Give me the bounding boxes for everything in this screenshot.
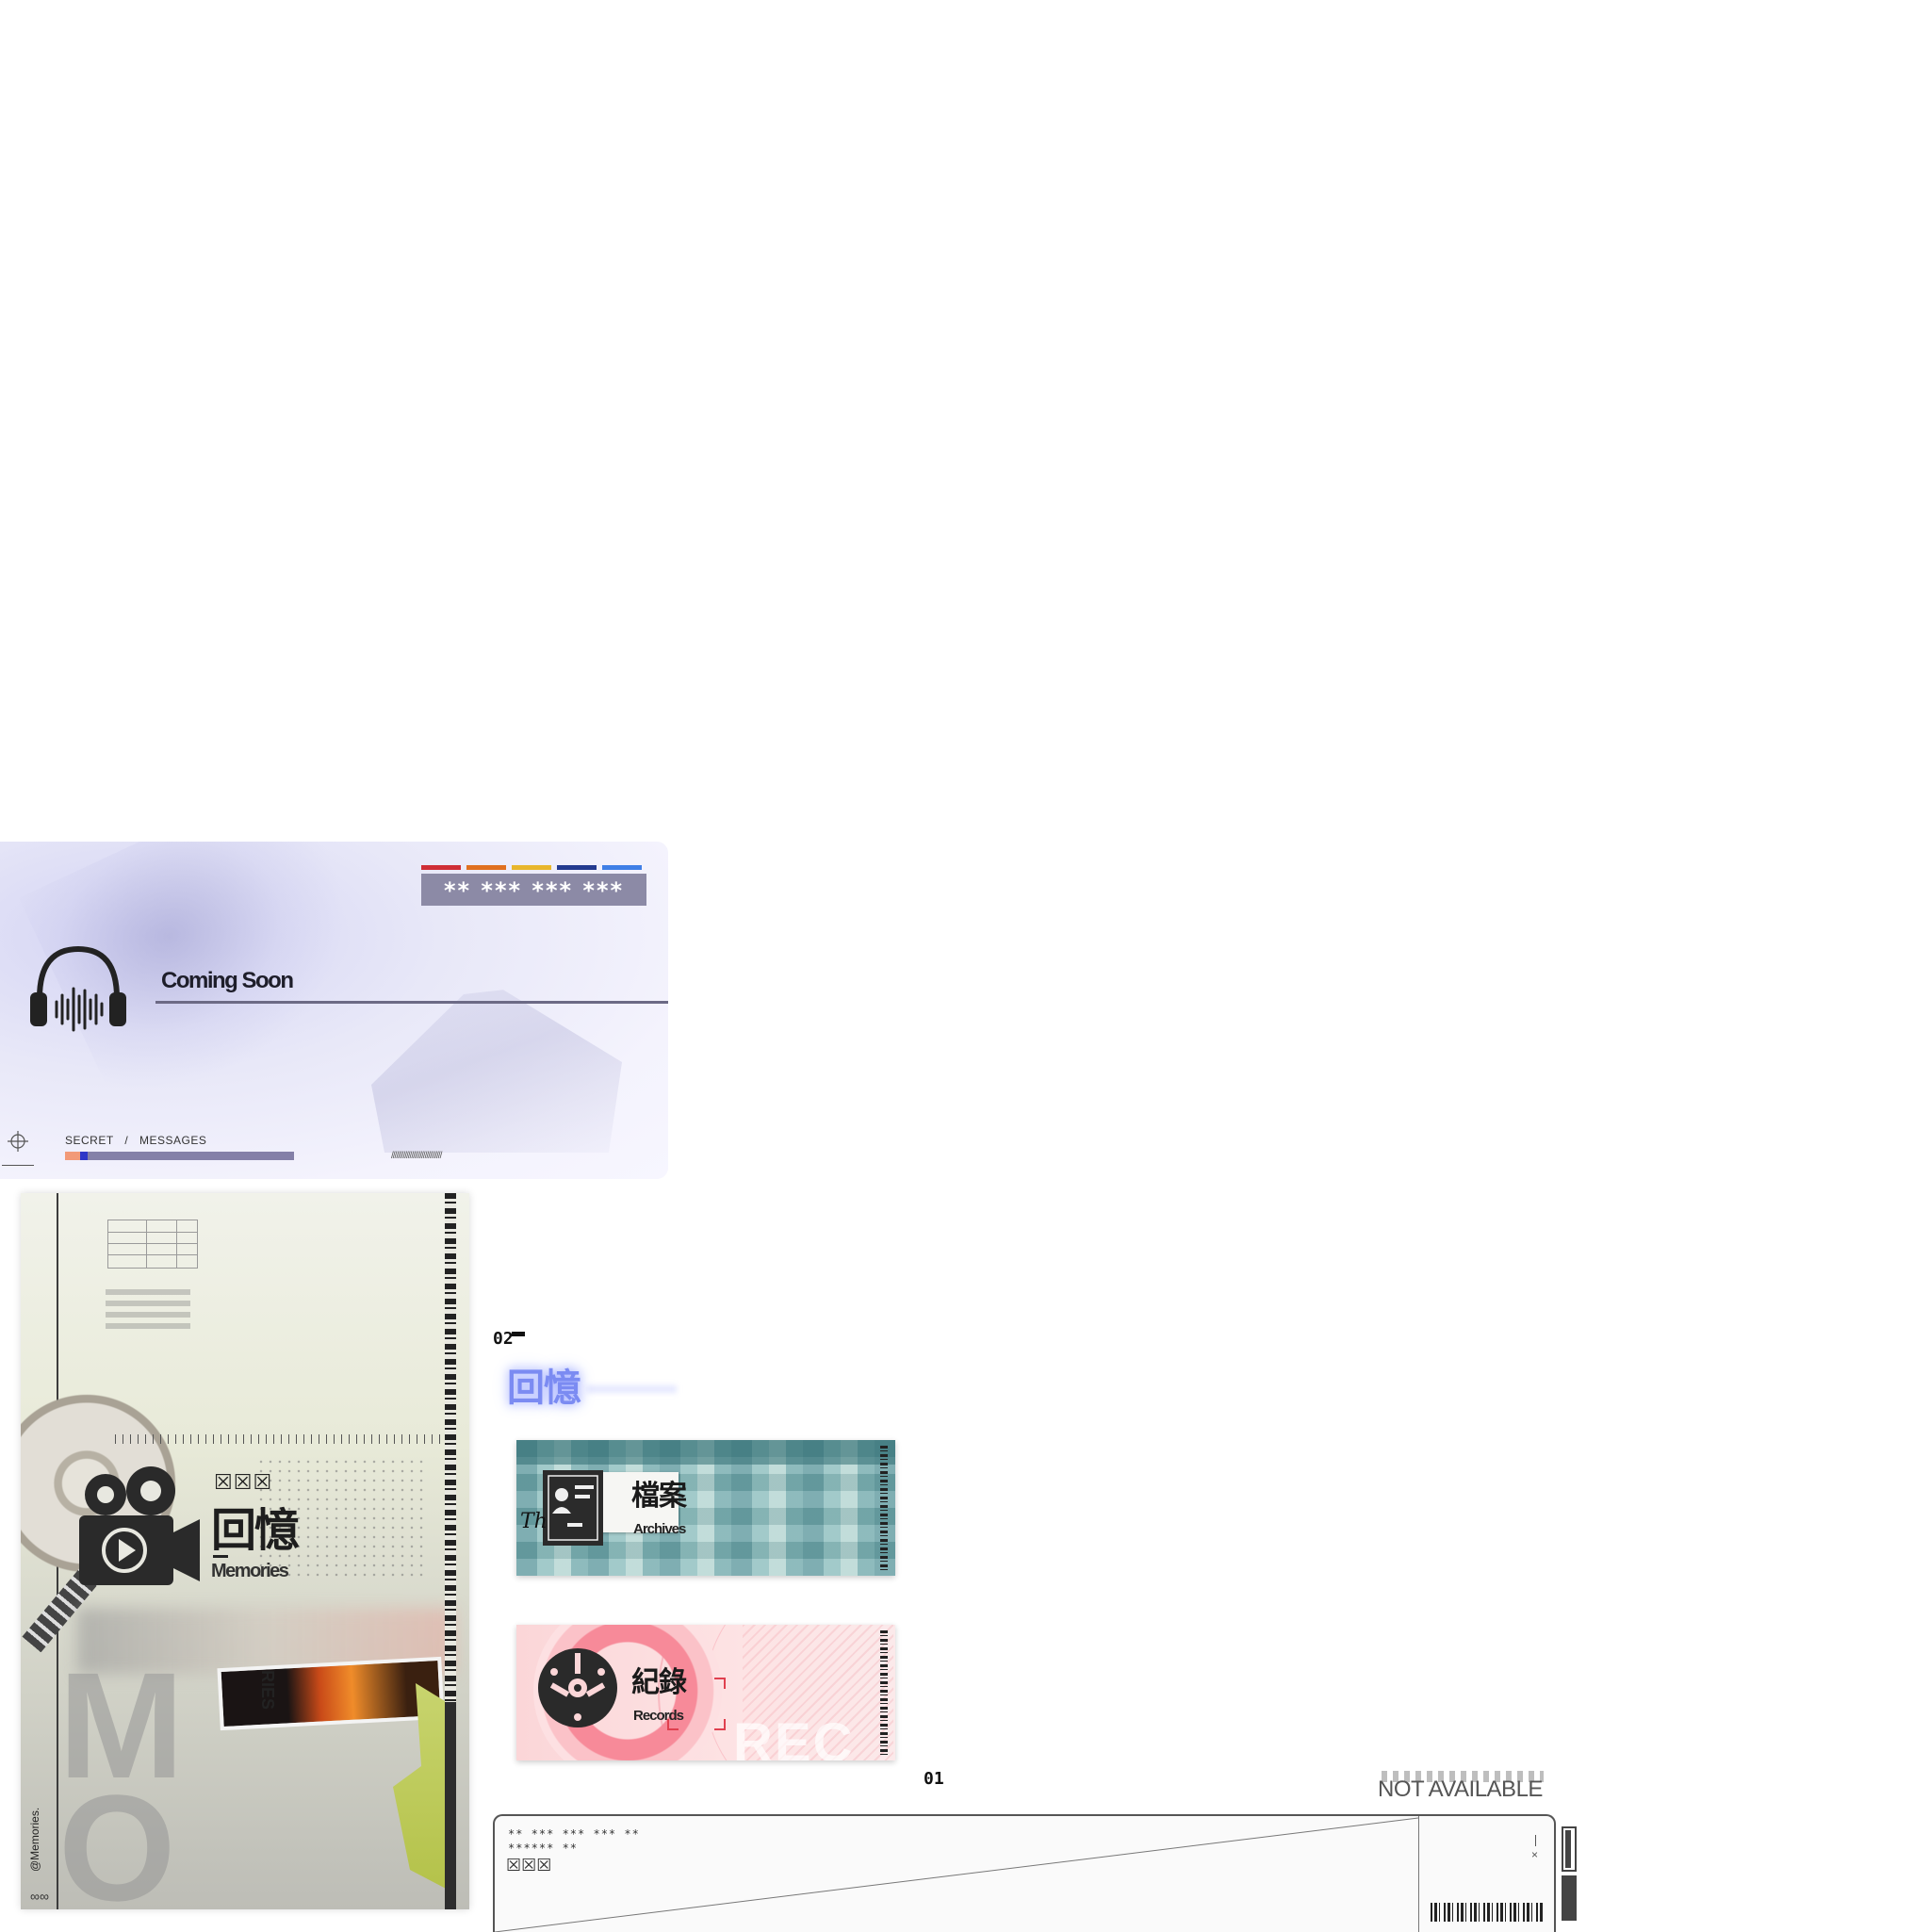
bracket-bottom-left bbox=[667, 1719, 679, 1730]
title-dash bbox=[213, 1555, 228, 1558]
memories-card[interactable]: ☒☒☒ 回憶 Memories MO RIES @Memories. ∞∞ bbox=[21, 1193, 469, 1909]
panel-barcode bbox=[1431, 1903, 1544, 1922]
bracket-top-right bbox=[714, 1678, 726, 1689]
breadcrumb-secret: SECRET bbox=[65, 1134, 114, 1147]
headphone-icon bbox=[30, 945, 126, 1032]
progress-fill-blue bbox=[80, 1152, 89, 1160]
banner-ship-background bbox=[371, 990, 622, 1153]
coming-soon-banner[interactable]: ** *** *** *** Coming Soon SECRET / MESS… bbox=[0, 842, 668, 1179]
corner-tick bbox=[2, 1165, 34, 1166]
side-block-outline bbox=[1562, 1826, 1577, 1872]
faint-list-row bbox=[106, 1323, 190, 1329]
infinity-mark: ∞∞ bbox=[30, 1889, 49, 1904]
title-underline bbox=[155, 1001, 668, 1004]
big-watermark-letters: MO bbox=[58, 1641, 184, 1910]
masked-title-pill: ** *** *** *** bbox=[421, 874, 646, 906]
boxed-glyphs: ☒☒☒ bbox=[214, 1471, 273, 1495]
id-card-icon bbox=[543, 1470, 603, 1546]
glow-trail bbox=[586, 1385, 677, 1393]
records-card[interactable]: REC 紀錄 Records bbox=[516, 1625, 895, 1760]
not-available-title: NOT AVAILABLE bbox=[1378, 1776, 1543, 1802]
breadcrumb-messages: MESSAGES bbox=[139, 1134, 207, 1147]
ghost-text: REC bbox=[733, 1712, 855, 1760]
archives-title-cn: 檔案 bbox=[631, 1480, 687, 1513]
records-title-cn: 紀錄 bbox=[631, 1666, 687, 1699]
breadcrumb: SECRET / MESSAGES bbox=[65, 1134, 206, 1147]
archives-title-en: Archives bbox=[633, 1521, 686, 1537]
photo-caption: RIES bbox=[258, 1670, 277, 1711]
color-bar-orange bbox=[466, 865, 506, 870]
faint-list bbox=[106, 1289, 190, 1334]
masked-line-2: ****** ** bbox=[508, 1842, 579, 1855]
memories-title-cn: 回憶 bbox=[211, 1504, 300, 1557]
dark-side-bar bbox=[445, 1702, 456, 1909]
archives-card[interactable]: Th 檔案 Archives bbox=[516, 1440, 895, 1576]
faint-list-row bbox=[106, 1289, 190, 1295]
memories-handle: @Memories. bbox=[28, 1807, 41, 1872]
section-number-01: 01 bbox=[924, 1769, 944, 1789]
side-block-solid bbox=[1562, 1875, 1577, 1921]
not-available-panel[interactable]: ** *** *** *** ** ****** ** ☒☒☒ × bbox=[493, 1814, 1556, 1932]
faint-list-row bbox=[106, 1312, 190, 1318]
coming-soon-title: Coming Soon bbox=[161, 968, 294, 993]
crosshair-icon bbox=[8, 1131, 28, 1152]
camera-icon bbox=[79, 1466, 200, 1585]
breadcrumb-separator: / bbox=[124, 1134, 129, 1147]
card-barcode bbox=[880, 1630, 888, 1755]
faint-table bbox=[107, 1220, 198, 1269]
masked-line-1: ** *** *** *** ** bbox=[508, 1827, 640, 1841]
film-reel-icon bbox=[538, 1648, 617, 1727]
bracket-bottom-right bbox=[714, 1719, 726, 1730]
panel-tick bbox=[1535, 1835, 1536, 1846]
section-number-02: 02 bbox=[493, 1329, 514, 1349]
color-bar-blue bbox=[602, 865, 642, 870]
card-barcode bbox=[880, 1446, 888, 1570]
close-icon[interactable]: × bbox=[1531, 1848, 1538, 1861]
progress-bar bbox=[65, 1152, 294, 1160]
faint-list-row bbox=[106, 1301, 190, 1306]
color-bar-red bbox=[421, 865, 461, 870]
color-bar-yellow bbox=[512, 865, 551, 870]
glow-title: 回憶 bbox=[507, 1367, 581, 1410]
panel-divider bbox=[1418, 1816, 1419, 1932]
fire-photo bbox=[217, 1656, 445, 1731]
progress-fill-orange bbox=[65, 1152, 81, 1160]
ruler-ticks bbox=[115, 1434, 440, 1444]
section-number-bar bbox=[512, 1332, 525, 1336]
top-stripe bbox=[516, 1440, 895, 1465]
signature-scribble: Th bbox=[520, 1510, 548, 1533]
boxed-glyphs: ☒☒☒ bbox=[506, 1856, 552, 1875]
color-bar-navy bbox=[557, 865, 597, 870]
memories-title-en: Memories bbox=[211, 1561, 289, 1581]
hatch-decoration: ////////////////////////////// bbox=[391, 1151, 442, 1161]
color-bars bbox=[421, 865, 642, 870]
